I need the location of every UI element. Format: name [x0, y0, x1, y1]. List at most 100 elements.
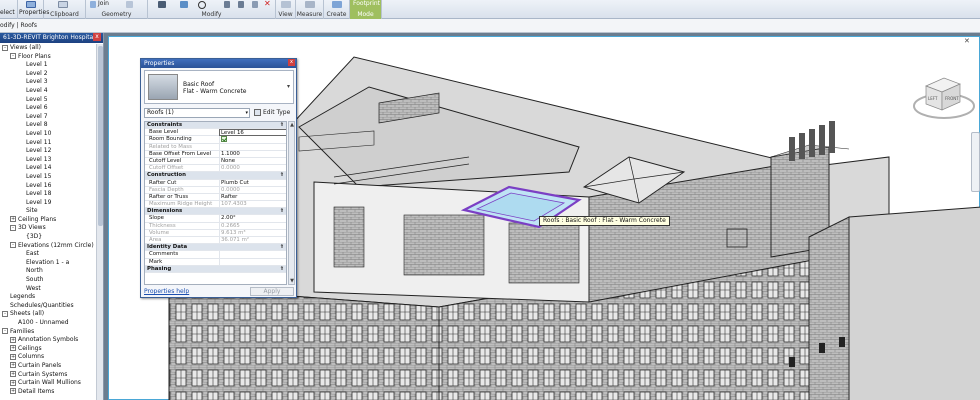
property-value[interactable]	[219, 251, 286, 259]
expand-icon[interactable]: +	[10, 345, 16, 352]
property-row[interactable]: Related to Mass	[145, 143, 286, 151]
tree-item[interactable]: Level 13	[0, 156, 96, 165]
tree-item[interactable]: + Detail Items	[0, 388, 96, 397]
tree-item[interactable]: + Curtain Systems	[0, 371, 96, 380]
expand-icon[interactable]: +	[10, 379, 16, 386]
property-row[interactable]: Room Bounding	[145, 136, 286, 144]
collapse-group-icon[interactable]: ⇑	[280, 172, 284, 178]
tree-item[interactable]: Level 8	[0, 121, 96, 130]
join-icon[interactable]	[90, 1, 96, 8]
property-row[interactable]: Volume 9.613 m³	[145, 229, 286, 237]
apply-button[interactable]: Apply	[250, 287, 294, 296]
tree-item[interactable]: Level 11	[0, 139, 96, 148]
properties-title-bar[interactable]: Properties x	[141, 59, 296, 68]
tree-item[interactable]: Level 10	[0, 130, 96, 139]
tree-item[interactable]: -3D Views	[0, 224, 96, 233]
property-row[interactable]: Base Level Level 16	[145, 129, 286, 137]
tree-item[interactable]: Level 16	[0, 182, 96, 191]
tree-item[interactable]: Level 3	[0, 78, 96, 87]
property-value[interactable]: None	[219, 157, 286, 165]
tree-item[interactable]: Legends	[0, 293, 96, 302]
scroll-up-icon[interactable]: ▲	[289, 122, 295, 128]
tree-item[interactable]: Level 19	[0, 199, 96, 208]
mirror-icon[interactable]	[252, 1, 258, 8]
expand-icon[interactable]: +	[10, 388, 16, 395]
expand-icon[interactable]: +	[10, 216, 16, 223]
collapse-icon[interactable]: -	[2, 44, 8, 51]
rotate-icon[interactable]	[198, 1, 206, 9]
property-value[interactable]: Rafter	[219, 193, 286, 201]
property-row[interactable]: Maximum Ridge Height 107.4303	[145, 201, 286, 209]
tree-item[interactable]: Level 2	[0, 70, 96, 79]
collapse-group-icon[interactable]: ⇑	[280, 122, 284, 128]
viewport-close-icon[interactable]: ✕	[964, 37, 970, 45]
type-selector[interactable]: Basic Roof Flat - Warm Concrete ▾	[144, 70, 294, 104]
tree-item[interactable]: South	[0, 276, 96, 285]
properties-help-link[interactable]: Properties help	[144, 288, 189, 295]
view-icon[interactable]	[281, 1, 291, 8]
collapse-icon[interactable]: -	[10, 242, 16, 249]
tree-item[interactable]: Schedules/Quantities	[0, 302, 96, 311]
ribbon-group-select[interactable]: elect	[0, 0, 18, 19]
tree-item[interactable]: Level 15	[0, 173, 96, 182]
chevron-down-icon[interactable]: ▾	[287, 83, 290, 90]
tree-item[interactable]: - Families	[0, 328, 96, 337]
tree-item[interactable]: + Ceilings	[0, 345, 96, 354]
tree-item[interactable]: + Columns	[0, 353, 96, 362]
property-value[interactable]: Level 16	[219, 129, 286, 137]
tree-item[interactable]: + Curtain Panels	[0, 362, 96, 371]
tree-item[interactable]: Site	[0, 207, 96, 216]
tree-item[interactable]: Level 6	[0, 104, 96, 113]
browser-scroll-thumb[interactable]	[98, 46, 103, 226]
tree-item[interactable]: Elevation 1 - a	[0, 259, 96, 268]
properties-scrollbar[interactable]: ▲ ▼	[288, 121, 295, 285]
property-group-header[interactable]: Phasing ⇑	[145, 265, 286, 273]
tree-item[interactable]: - Floor Plans	[0, 53, 96, 62]
browser-scrollbar[interactable]	[96, 44, 103, 400]
cut-geometry-icon[interactable]	[126, 1, 133, 8]
tree-item[interactable]: + Curtain Wall Mullions	[0, 379, 96, 388]
expand-icon[interactable]: +	[10, 371, 16, 378]
collapse-group-icon[interactable]: ⇑	[280, 208, 284, 214]
tree-item[interactable]: - Views (all)	[0, 44, 96, 53]
property-row[interactable]: Thickness 0.2665	[145, 222, 286, 230]
tree-item[interactable]: North	[0, 267, 96, 276]
paste-icon[interactable]	[58, 1, 68, 8]
viewcube[interactable]: LEFT FRONT	[912, 70, 976, 125]
property-value[interactable]	[219, 258, 286, 266]
tree-item[interactable]: Level 7	[0, 113, 96, 122]
property-group-header[interactable]: Dimensions ⇑	[145, 208, 286, 216]
tree-item[interactable]: + Annotation Symbols	[0, 336, 96, 345]
create-icon[interactable]	[332, 1, 342, 8]
tree-item[interactable]: West	[0, 285, 96, 294]
scroll-down-icon[interactable]: ▼	[289, 278, 295, 284]
property-group-header[interactable]: Constraints ⇑	[145, 122, 286, 130]
ribbon-group-properties[interactable]: Properties	[18, 0, 49, 19]
property-row[interactable]: Base Offset From Level 1.1000	[145, 150, 286, 158]
expand-icon[interactable]: +	[10, 336, 16, 343]
tree-item[interactable]: - Elevations (12mm Circle)	[0, 242, 96, 251]
instance-filter-select[interactable]: Roofs (1) ▾	[144, 108, 250, 118]
navigation-bar[interactable]	[971, 132, 980, 192]
collapse-icon[interactable]: -	[10, 53, 16, 60]
property-row[interactable]: Fascia Depth 0.0000	[145, 186, 286, 194]
measure-icon[interactable]	[305, 1, 315, 8]
offset-icon[interactable]	[238, 1, 244, 8]
property-row[interactable]: Comments	[145, 251, 286, 259]
tree-item[interactable]: Level 12	[0, 147, 96, 156]
tree-item[interactable]: - Sheets (all)	[0, 310, 96, 319]
property-value[interactable]: 1.1000	[219, 150, 286, 158]
tree-item[interactable]: Level 18	[0, 190, 96, 199]
collapse-group-icon[interactable]: ⇑	[280, 244, 284, 250]
property-value[interactable]: Plumb Cut	[219, 179, 286, 187]
tree-item[interactable]: + Ceiling Plans	[0, 216, 96, 225]
tree-item[interactable]: Level 5	[0, 96, 96, 105]
expand-icon[interactable]: +	[10, 353, 16, 360]
tree-item[interactable]: A100 - Unnamed	[0, 319, 96, 328]
copy-icon[interactable]	[180, 1, 188, 8]
move-icon[interactable]	[158, 1, 166, 8]
collapse-icon[interactable]: -	[2, 310, 8, 317]
property-row[interactable]: Cutoff Offset 0.0000	[145, 165, 286, 173]
property-value[interactable]	[219, 136, 286, 144]
close-icon[interactable]: x	[288, 59, 295, 66]
